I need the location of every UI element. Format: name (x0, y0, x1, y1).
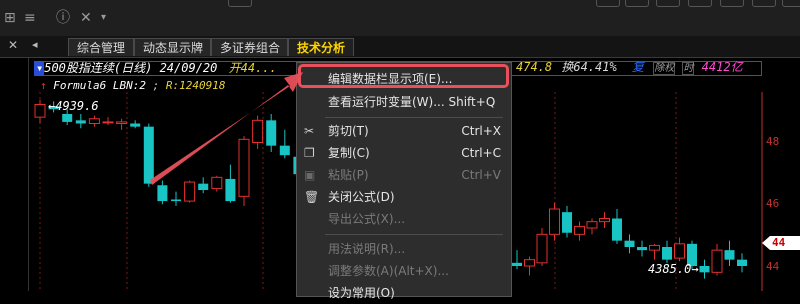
annotation-arrow-shape (150, 72, 303, 185)
annotation-arrow (150, 72, 303, 185)
